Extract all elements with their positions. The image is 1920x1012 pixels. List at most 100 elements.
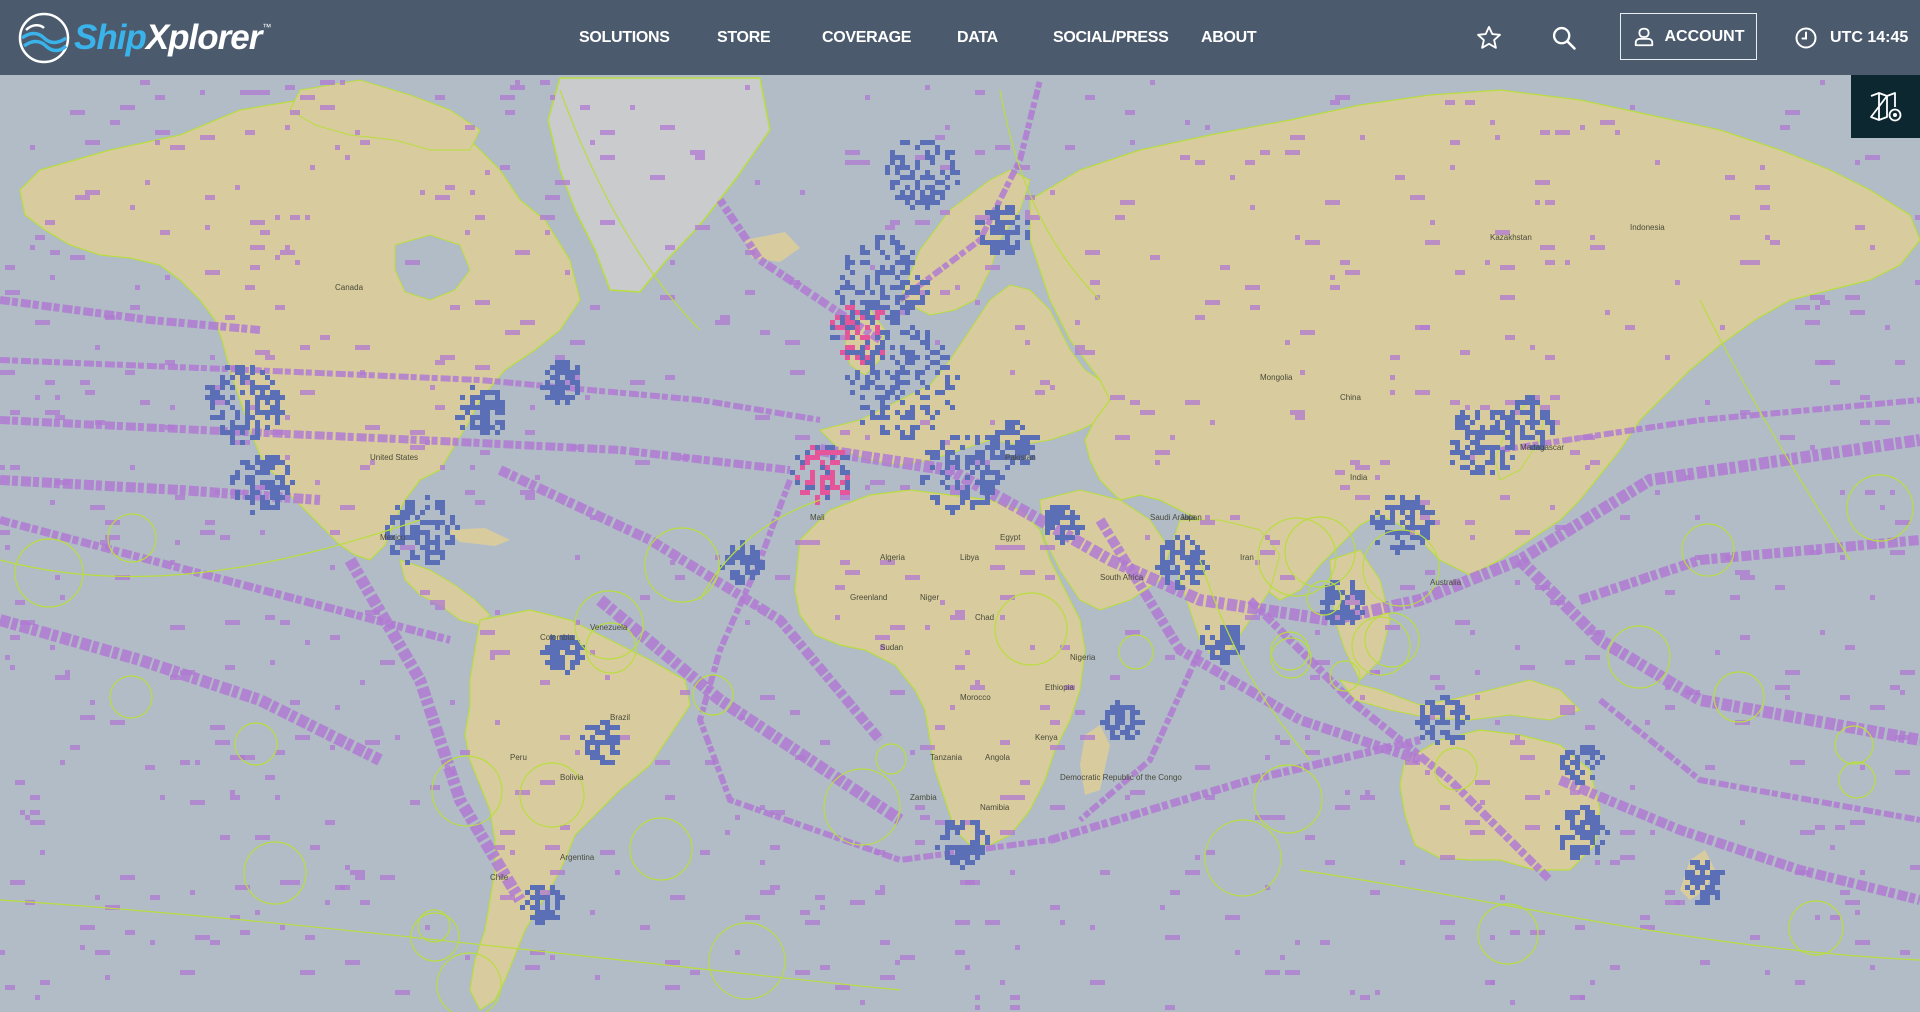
traffic-hotspot-cell	[1060, 515, 1065, 520]
traffic-hotspot-cell	[255, 470, 260, 475]
traffic-cell	[1450, 165, 1455, 170]
traffic-hotspot-cell	[930, 465, 935, 470]
traffic-hotspot-cell	[860, 350, 865, 355]
traffic-cell	[125, 370, 135, 375]
traffic-hotspot-cell	[1580, 820, 1585, 825]
world-map[interactable]: Canada United States Mexico Brazil Argentina…	[0, 0, 1920, 1012]
traffic-cell	[1535, 200, 1540, 205]
nav-data[interactable]: DATA	[957, 0, 998, 75]
map-layers-button[interactable]	[1851, 75, 1920, 138]
traffic-cell	[1665, 705, 1675, 710]
traffic-hotspot-cell	[1590, 815, 1595, 820]
traffic-hotspot-cell	[480, 405, 485, 410]
star-icon[interactable]	[1475, 24, 1503, 52]
traffic-cell	[1225, 915, 1240, 920]
traffic-hotspot-cell	[850, 315, 855, 320]
traffic-hotspot-cell	[825, 450, 830, 455]
traffic-hotspot-cell	[540, 920, 545, 925]
traffic-cell	[935, 340, 940, 345]
traffic-hotspot-cell	[1195, 555, 1200, 560]
traffic-hotspot-cell	[1390, 520, 1395, 525]
traffic-hotspot-cell	[495, 390, 500, 395]
traffic-hotspot-cell	[865, 335, 870, 340]
nav-store[interactable]: STORE	[717, 0, 771, 75]
traffic-hotspot-cell	[270, 410, 275, 415]
traffic-hotspot-cell	[285, 465, 290, 470]
traffic-hotspot-cell	[1715, 895, 1720, 900]
traffic-hotspot-cell	[920, 190, 925, 195]
traffic-cell	[1115, 435, 1130, 440]
traffic-hotspot-cell	[970, 455, 975, 460]
traffic-cell	[200, 135, 215, 140]
account-button[interactable]: ACCOUNT	[1620, 13, 1757, 60]
traffic-hotspot-cell	[405, 500, 410, 505]
traffic-hotspot-cell	[1550, 430, 1555, 435]
traffic-hotspot-cell	[905, 380, 910, 385]
traffic-hotspot-cell	[255, 385, 260, 390]
traffic-cell	[200, 90, 205, 95]
traffic-cell	[1770, 240, 1780, 245]
traffic-hotspot-cell	[1325, 600, 1330, 605]
traffic-cell	[800, 190, 805, 195]
traffic-hotspot-cell	[895, 275, 900, 280]
traffic-hotspot-cell	[435, 550, 440, 555]
traffic-hotspot-cell	[895, 370, 900, 375]
traffic-hotspot-cell	[850, 260, 855, 265]
traffic-hotspot-cell	[1490, 450, 1495, 455]
traffic-hotspot-cell	[575, 650, 580, 655]
traffic-hotspot-cell	[235, 490, 240, 495]
traffic-hotspot-cell	[1510, 420, 1515, 425]
traffic-cell	[1675, 280, 1680, 285]
traffic-hotspot-cell	[1455, 705, 1460, 710]
traffic-hotspot-cell	[1000, 225, 1005, 230]
traffic-hotspot-cell	[1585, 750, 1590, 755]
traffic-cell	[1360, 695, 1365, 700]
traffic-cell	[540, 680, 550, 685]
traffic-hotspot-cell	[945, 400, 950, 405]
traffic-hotspot-cell	[865, 250, 870, 255]
traffic-cell	[1620, 515, 1630, 520]
traffic-cell	[1725, 175, 1735, 180]
brand-logo[interactable]: ShipXplorer ™	[18, 12, 271, 64]
traffic-hotspot-cell	[955, 850, 960, 855]
traffic-hotspot-cell	[985, 500, 990, 505]
traffic-cell	[670, 560, 675, 565]
traffic-hotspot-cell	[865, 340, 870, 345]
traffic-cell	[405, 260, 420, 265]
traffic-hotspot-cell	[925, 140, 930, 145]
traffic-hotspot-cell	[580, 735, 585, 740]
traffic-hotspot-cell	[495, 430, 500, 435]
traffic-hotspot-cell	[960, 500, 965, 505]
traffic-hotspot-cell	[595, 725, 600, 730]
traffic-hotspot-cell	[930, 415, 935, 420]
traffic-cell	[665, 960, 680, 965]
nav-coverage[interactable]: COVERAGE	[822, 0, 911, 75]
traffic-cell	[1740, 260, 1755, 265]
nav-social-press[interactable]: SOCIAL/PRESS	[1053, 0, 1169, 75]
traffic-cell	[1550, 600, 1565, 605]
traffic-hotspot-cell	[1495, 425, 1500, 430]
traffic-cell	[1305, 240, 1320, 245]
traffic-cell	[185, 760, 190, 765]
traffic-hotspot-cell	[1505, 465, 1510, 470]
traffic-hotspot-cell	[950, 855, 955, 860]
traffic-cell	[500, 165, 510, 170]
traffic-cell	[320, 80, 335, 85]
traffic-hotspot-cell	[270, 505, 275, 510]
traffic-hotspot-cell	[460, 415, 465, 420]
nav-about[interactable]: ABOUT	[1201, 0, 1257, 75]
traffic-hotspot-cell	[935, 180, 940, 185]
traffic-hotspot-cell	[840, 470, 845, 475]
traffic-cell	[1855, 940, 1870, 945]
traffic-hotspot-cell	[990, 455, 995, 460]
traffic-hotspot-cell	[595, 745, 600, 750]
map-canvas[interactable]: CanadaUnited StatesMexicoBrazilArgentina…	[0, 0, 1920, 1012]
traffic-hotspot-cell	[900, 295, 905, 300]
traffic-hotspot-cell	[485, 425, 490, 430]
traffic-hotspot-cell	[555, 395, 560, 400]
traffic-cell	[1500, 495, 1510, 500]
search-icon[interactable]	[1550, 24, 1578, 52]
traffic-hotspot-cell	[820, 465, 825, 470]
nav-solutions[interactable]: SOLUTIONS	[579, 0, 670, 75]
traffic-hotspot-cell	[540, 385, 545, 390]
